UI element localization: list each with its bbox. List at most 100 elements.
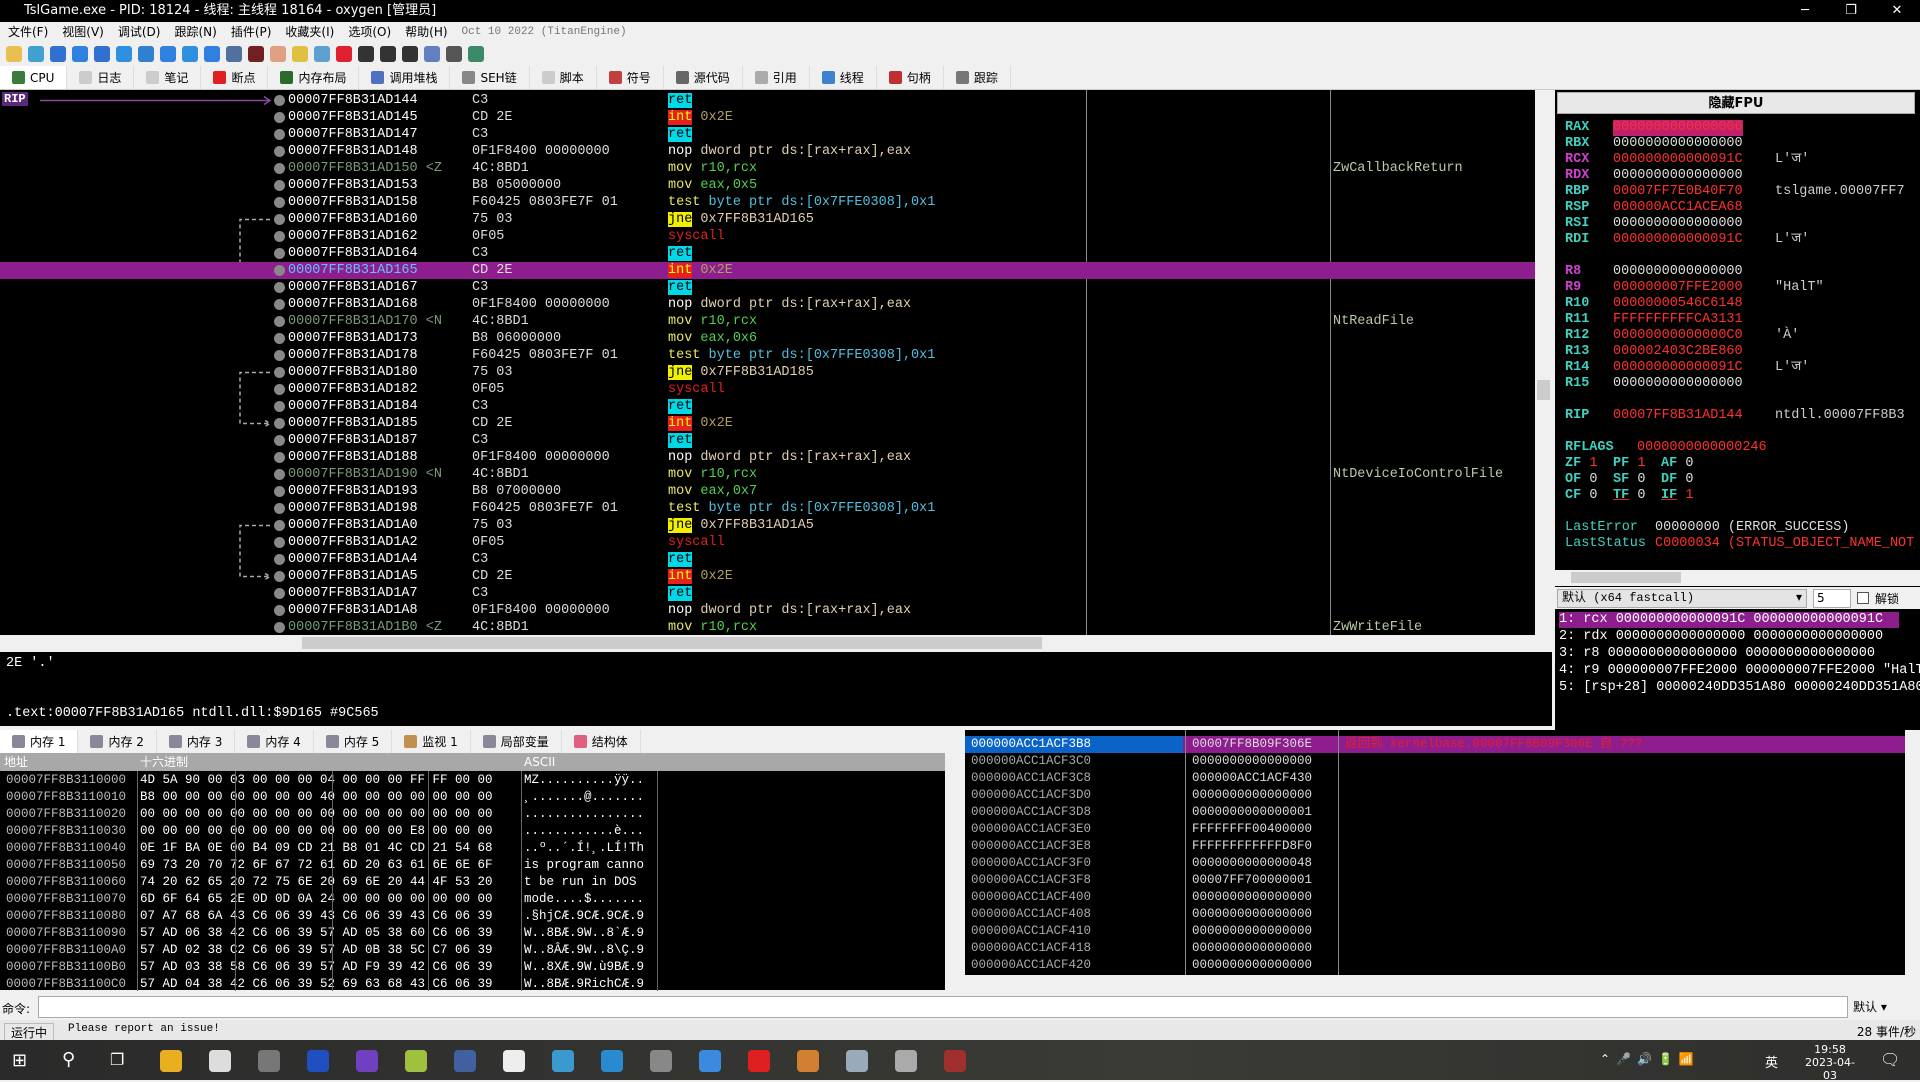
bing-icon[interactable] — [601, 1050, 623, 1072]
breakpoint-toggle[interactable] — [274, 537, 285, 548]
register-value[interactable]: 00000000546C6148 — [1613, 296, 1743, 312]
argument-row[interactable]: 2: rdx 0000000000000000 0000000000000000 — [1559, 629, 1899, 645]
register-value[interactable]: 000000000000091C — [1613, 360, 1743, 376]
disasm-row[interactable]: 00007FF8B31AD190 <N 4C:8BD1 mov r10,rcx NtD… — [0, 466, 1535, 483]
x64dbg-icon[interactable] — [944, 1050, 966, 1072]
stack-row[interactable]: 000000ACC1ACF3F0 0000000000000048 — [965, 855, 1905, 872]
memory-tab[interactable]: 内存 2 — [78, 730, 157, 753]
task-view-icon[interactable]: ❐ — [110, 1050, 124, 1069]
tab-breakpoint[interactable]: 断点 — [201, 66, 269, 89]
disasm-row[interactable]: 00007FF8B31AD158 F60425 0803FE7F 01 test b… — [0, 194, 1535, 211]
disasm-row[interactable]: 00007FF8B31AD148 0F1F8400 00000000 nop dwo… — [0, 143, 1535, 160]
tab-call-stack[interactable]: 调用堆栈 — [359, 66, 451, 89]
stack-row[interactable]: 000000ACC1ACF3C0 0000000000000000 — [965, 753, 1905, 770]
memory-tab[interactable]: 内存 4 — [235, 730, 314, 753]
command-mode-select[interactable]: 默认 ▾ — [1850, 996, 1918, 1018]
typora-icon[interactable] — [503, 1050, 525, 1072]
column-header[interactable]: ASCII — [524, 753, 555, 771]
step-into-icon[interactable] — [116, 46, 132, 62]
register-row[interactable]: RDX 0000000000000000 — [1565, 168, 1915, 184]
argument-row[interactable]: 3: r8 0000000000000000 0000000000000000 — [1559, 646, 1899, 662]
breakpoint-toggle[interactable] — [274, 469, 285, 480]
register-row[interactable]: RSP 000000ACC1ACEA68 — [1565, 200, 1915, 216]
stack-row[interactable]: 000000ACC1ACF3D0 0000000000000000 — [965, 787, 1905, 804]
dump-row[interactable]: 00007FF8B31100A0 57 AD 02 38 C2 C6 06 39 … — [0, 942, 945, 959]
rflags-value[interactable]: 0000000000000246 — [1637, 440, 1767, 456]
menu-item[interactable]: 收藏夹(I) — [285, 22, 334, 42]
disasm-row[interactable]: 00007FF8B31AD185 CD 2E int 0x2E — [0, 415, 1535, 432]
dump-row[interactable]: 00007FF8B3110010 B8 00 00 00 00 00 00 00 … — [0, 789, 945, 806]
notification-icon[interactable]: 🗨 — [1880, 1050, 1900, 1069]
chrome-icon[interactable] — [160, 1050, 182, 1072]
app-icon[interactable] — [650, 1050, 672, 1072]
disasm-row[interactable]: 00007FF8B31AD1B0 <Z 4C:8BD1 mov r10,rcx ZwW… — [0, 619, 1535, 635]
disasm-row[interactable]: 00007FF8B31AD168 0F1F8400 00000000 nop dwo… — [0, 296, 1535, 313]
breakpoint-toggle[interactable] — [274, 401, 285, 412]
disasm-row[interactable]: 00007FF8B31AD153 B8 05000000 mov eax,0x5 — [0, 177, 1535, 194]
register-value[interactable]: 00007FF7E0B40F70 — [1613, 184, 1743, 200]
disasm-row[interactable]: 00007FF8B31AD145 CD 2E int 0x2E — [0, 109, 1535, 126]
disasm-row[interactable]: 00007FF8B31AD147 C3 ret — [0, 126, 1535, 143]
disasm-row[interactable]: 00007FF8B31AD180 75 03 jne 0x7FF8B31AD185 — [0, 364, 1535, 381]
register-row[interactable]: R14 000000000000091C L'ज' — [1565, 360, 1915, 376]
disasm-row[interactable]: 00007FF8B31AD187 C3 ret — [0, 432, 1535, 449]
column-header[interactable]: 十六进制 — [140, 753, 188, 771]
breakpoint-toggle[interactable] — [274, 282, 285, 293]
disasm-row[interactable]: 00007FF8B31AD198 F60425 0803FE7F 01 test b… — [0, 500, 1535, 517]
breakpoint-toggle[interactable] — [274, 435, 285, 446]
breakpoint-toggle[interactable] — [274, 571, 285, 582]
windows-start-icon[interactable]: ⊞ — [12, 1050, 27, 1071]
disasm-row[interactable]: 00007FF8B31AD162 0F05 syscall — [0, 228, 1535, 245]
menu-item[interactable]: 文件(F) — [8, 22, 48, 42]
breakpoint-toggle[interactable] — [274, 316, 285, 327]
register-row[interactable]: RSI 0000000000000000 — [1565, 216, 1915, 232]
menu-item[interactable]: 插件(P) — [231, 22, 272, 42]
breakpoint-toggle[interactable] — [274, 333, 285, 344]
memory-tab[interactable]: 内存 5 — [314, 730, 393, 753]
close-button[interactable]: ✕ — [1874, 0, 1920, 22]
disasm-row[interactable]: 00007FF8B31AD184 C3 ret — [0, 398, 1535, 415]
ime-indicator[interactable]: 英 — [1765, 1052, 1778, 1071]
tab-source[interactable]: 源代码 — [664, 66, 743, 89]
disasm-row[interactable]: 00007FF8B31AD1A4 C3 ret — [0, 551, 1535, 568]
disasm-vertical-scrollbar[interactable] — [1535, 90, 1552, 635]
dump-row[interactable]: 00007FF8B3110090 57 AD 06 38 42 C6 06 39 … — [0, 925, 945, 942]
register-value[interactable]: 00007FF8B31AD144 — [1613, 408, 1743, 424]
stack-horizontal-scrollbar[interactable] — [965, 975, 1920, 990]
breakpoint-toggle[interactable] — [274, 299, 285, 310]
disasm-row[interactable]: 00007FF8B31AD164 C3 ret — [0, 245, 1535, 262]
breakpoint-toggle[interactable] — [274, 180, 285, 191]
dump-vertical-scrollbar[interactable] — [945, 753, 960, 990]
disasm-row[interactable]: 00007FF8B31AD150 <Z 4C:8BD1 mov r10,rcx ZwC… — [0, 160, 1535, 177]
disasm-row[interactable]: 00007FF8B31AD188 0F1F8400 00000000 nop dwo… — [0, 449, 1535, 466]
breakpoint-toggle[interactable] — [274, 418, 285, 429]
scylla-icon[interactable] — [248, 46, 264, 62]
disasm-row[interactable]: 00007FF8B31AD165 CD 2E int 0x2E — [0, 262, 1535, 279]
register-row[interactable]: RIP 00007FF8B31AD144 ntdll.00007FF8B3 — [1565, 408, 1915, 424]
font-icon[interactable] — [402, 46, 418, 62]
breakpoint-toggle[interactable] — [274, 231, 285, 242]
app-icon[interactable] — [258, 1050, 280, 1072]
tab-memory-map[interactable]: 内存布局 — [268, 66, 360, 89]
memory-tab[interactable]: 监视 1 — [392, 730, 471, 753]
breakpoint-toggle[interactable] — [274, 384, 285, 395]
argument-row[interactable]: 5: [rsp+28] 00000240DD351A80 00000240DD3… — [1559, 680, 1920, 696]
breakpoint-toggle[interactable] — [274, 452, 285, 463]
register-value[interactable]: 0000000000000006 — [1613, 120, 1743, 136]
disasm-row[interactable]: 00007FF8B31AD167 C3 ret — [0, 279, 1535, 296]
stack-row[interactable]: 000000ACC1ACF3C8 000000ACC1ACF430 — [965, 770, 1905, 787]
patch-icon[interactable] — [270, 46, 286, 62]
globe-icon[interactable] — [468, 46, 484, 62]
tab-script[interactable]: 脚本 — [530, 66, 597, 89]
arg-count-stepper[interactable]: 5 — [1813, 588, 1851, 608]
column-header[interactable]: 地址 — [4, 753, 28, 771]
comment-icon[interactable] — [292, 46, 308, 62]
flag-if[interactable]: IF 1 — [1661, 488, 1693, 504]
register-row[interactable]: RAX 0000000000000006 — [1565, 120, 1915, 136]
minimize-button[interactable]: ─ — [1782, 0, 1828, 22]
disasm-row[interactable]: 00007FF8B31AD1A2 0F05 syscall — [0, 534, 1535, 551]
disasm-row[interactable]: 00007FF8B31AD1A7 C3 ret — [0, 585, 1535, 602]
flag-sf[interactable]: SF 0 — [1613, 472, 1645, 488]
register-value[interactable]: 000000000000091C — [1613, 152, 1743, 168]
stack-row[interactable]: 000000ACC1ACF3B8 00007FF8B09F306E 返回到 kern… — [965, 736, 1905, 753]
